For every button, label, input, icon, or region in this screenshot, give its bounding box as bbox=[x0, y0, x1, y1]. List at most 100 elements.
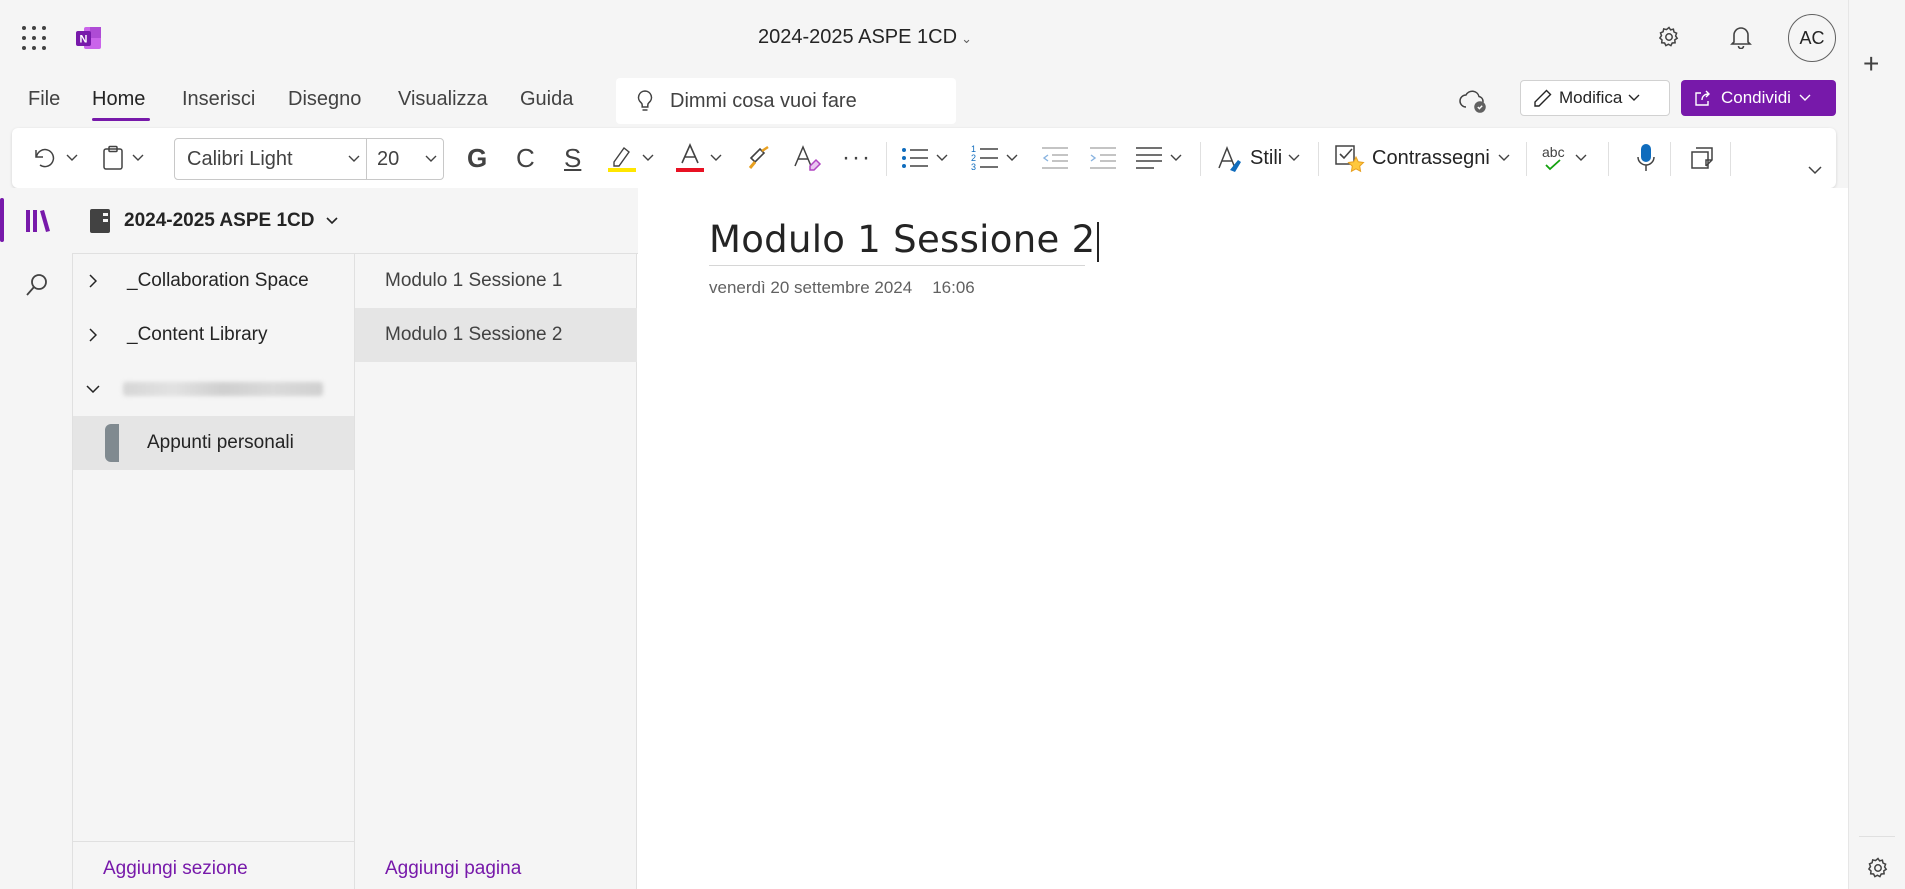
share-button[interactable]: Condividi bbox=[1681, 80, 1836, 116]
chevron-down-icon bbox=[348, 155, 360, 162]
page-title-text: Modulo 1 Sessione 2 bbox=[709, 218, 1096, 261]
ribbon-toolbar: Calibri Light 20 G C S ··· 1 2 3 Stili C… bbox=[12, 128, 1836, 188]
notebook-selector[interactable]: 2024-2025 ASPE 1CD bbox=[72, 188, 638, 254]
styles-button[interactable]: Stili bbox=[1216, 138, 1300, 178]
format-painter-button[interactable] bbox=[746, 138, 774, 178]
navigation-rail bbox=[0, 188, 72, 889]
section-item-appunti-personali[interactable]: Appunti personali bbox=[73, 416, 355, 470]
font-selector-group: Calibri Light 20 bbox=[174, 138, 444, 180]
settings-icon[interactable] bbox=[1866, 856, 1890, 880]
italic-button[interactable]: C bbox=[516, 138, 535, 178]
bold-button[interactable]: G bbox=[467, 138, 487, 178]
chevron-down-icon bbox=[936, 154, 948, 161]
font-name-value: Calibri Light bbox=[187, 147, 293, 170]
font-size-value: 20 bbox=[377, 147, 400, 170]
tags-label: Contrassegni bbox=[1372, 146, 1490, 169]
page-item[interactable]: Modulo 1 Sessione 1 bbox=[355, 254, 637, 308]
chevron-down-icon bbox=[1170, 154, 1182, 161]
tab-guida[interactable]: Guida bbox=[520, 88, 573, 111]
sticky-notes-button[interactable] bbox=[1688, 138, 1716, 178]
tab-file[interactable]: File bbox=[28, 88, 60, 111]
chevron-down-icon bbox=[132, 154, 144, 161]
dictate-button[interactable] bbox=[1636, 138, 1656, 178]
section-tab-icon bbox=[105, 424, 119, 462]
page-time: 16:06 bbox=[932, 278, 975, 297]
numbering-button[interactable]: 1 2 3 bbox=[970, 138, 1018, 178]
section-label: _Collaboration Space bbox=[127, 270, 309, 291]
underline-button[interactable]: S bbox=[564, 138, 581, 178]
search-icon[interactable] bbox=[24, 272, 50, 298]
paste-button[interactable] bbox=[102, 138, 144, 178]
checkmark-icon bbox=[1545, 159, 1561, 171]
more-options-icon[interactable]: ··· bbox=[842, 138, 872, 178]
section-label: Appunti personali bbox=[147, 432, 294, 453]
spelling-icon: abc bbox=[1542, 145, 1565, 171]
styles-icon bbox=[1218, 145, 1241, 172]
lightbulb-icon bbox=[637, 90, 653, 111]
redacted-section-name bbox=[123, 382, 323, 396]
text-caret bbox=[1097, 221, 1100, 262]
chevron-down-icon bbox=[642, 154, 654, 161]
active-tab-indicator bbox=[92, 118, 150, 121]
font-size-select[interactable]: 20 bbox=[367, 139, 443, 179]
align-left-icon bbox=[1136, 147, 1162, 169]
chevron-down-icon bbox=[710, 154, 722, 161]
tell-me-search[interactable]: Dimmi cosa vuoi fare bbox=[616, 78, 956, 124]
app-launcher-icon[interactable] bbox=[22, 26, 48, 52]
add-section-button[interactable]: Aggiungi sezione bbox=[103, 858, 248, 880]
chevron-down-icon bbox=[66, 154, 78, 161]
svg-text:N: N bbox=[80, 34, 88, 46]
title-bar: N 2024-2025 ASPE 1CD ⌄ AC bbox=[0, 0, 1848, 74]
font-color-button[interactable] bbox=[674, 138, 722, 178]
highlight-button[interactable] bbox=[606, 138, 654, 178]
chevron-down-icon bbox=[425, 155, 437, 162]
page-timestamp: venerdì 20 settembre 2024 16:06 bbox=[709, 278, 975, 298]
divider bbox=[1730, 142, 1731, 176]
expand-ribbon-button[interactable] bbox=[1808, 150, 1822, 190]
font-name-select[interactable]: Calibri Light bbox=[175, 139, 367, 179]
page-title[interactable]: Modulo 1 Sessione 2 bbox=[709, 218, 1100, 262]
pages-panel: Modulo 1 Sessione 1 Modulo 1 Sessione 2 … bbox=[354, 188, 637, 889]
chevron-right-icon bbox=[89, 328, 97, 342]
tab-disegno[interactable]: Disegno bbox=[288, 88, 361, 111]
plus-icon[interactable]: + bbox=[1863, 50, 1879, 78]
chevron-down-icon bbox=[1628, 94, 1640, 101]
document-title[interactable]: 2024-2025 ASPE 1CD ⌄ bbox=[700, 26, 1030, 49]
section-item[interactable]: _Collaboration Space bbox=[73, 254, 355, 308]
chevron-down-icon: ⌄ bbox=[961, 31, 972, 46]
undo-button[interactable] bbox=[32, 138, 78, 178]
tab-home[interactable]: Home bbox=[92, 88, 145, 111]
chevron-right-icon bbox=[89, 274, 97, 288]
decrease-indent-button[interactable] bbox=[1040, 138, 1070, 178]
clear-formatting-button[interactable] bbox=[792, 138, 824, 178]
alignment-button[interactable] bbox=[1134, 138, 1182, 178]
add-page-button[interactable]: Aggiungi pagina bbox=[385, 858, 521, 880]
cloud-sync-icon[interactable] bbox=[1458, 88, 1488, 114]
divider bbox=[1608, 142, 1609, 176]
chevron-down-icon bbox=[86, 385, 100, 393]
notifications-bell-icon[interactable] bbox=[1726, 22, 1756, 52]
notebooks-icon[interactable] bbox=[24, 208, 52, 234]
page-canvas[interactable]: Modulo 1 Sessione 2 venerdì 20 settembre… bbox=[637, 188, 1848, 889]
page-date: venerdì 20 settembre 2024 bbox=[709, 278, 913, 297]
chevron-down-icon bbox=[1799, 94, 1811, 101]
onenote-logo-icon: N bbox=[76, 27, 101, 49]
chevron-down-icon bbox=[1006, 154, 1018, 161]
section-item[interactable]: _Content Library bbox=[73, 308, 355, 362]
user-avatar[interactable]: AC bbox=[1788, 14, 1836, 62]
spelling-button[interactable]: abc bbox=[1542, 138, 1587, 178]
tab-inserisci[interactable]: Inserisci bbox=[182, 88, 255, 111]
section-group-blurred[interactable] bbox=[73, 362, 355, 416]
increase-indent-button[interactable] bbox=[1088, 138, 1118, 178]
bullets-button[interactable] bbox=[900, 138, 948, 178]
format-painter-icon bbox=[748, 145, 769, 169]
page-item[interactable]: Modulo 1 Sessione 2 bbox=[355, 308, 637, 362]
pencil-icon bbox=[1534, 89, 1552, 107]
section-label: _Content Library bbox=[127, 324, 268, 345]
settings-icon[interactable] bbox=[1654, 22, 1684, 52]
tab-visualizza[interactable]: Visualizza bbox=[398, 88, 488, 111]
edit-mode-label: Modifica bbox=[1559, 88, 1623, 107]
tags-button[interactable]: Contrassegni bbox=[1334, 138, 1510, 178]
undo-icon bbox=[35, 148, 55, 168]
edit-mode-button[interactable]: Modifica bbox=[1520, 80, 1670, 116]
